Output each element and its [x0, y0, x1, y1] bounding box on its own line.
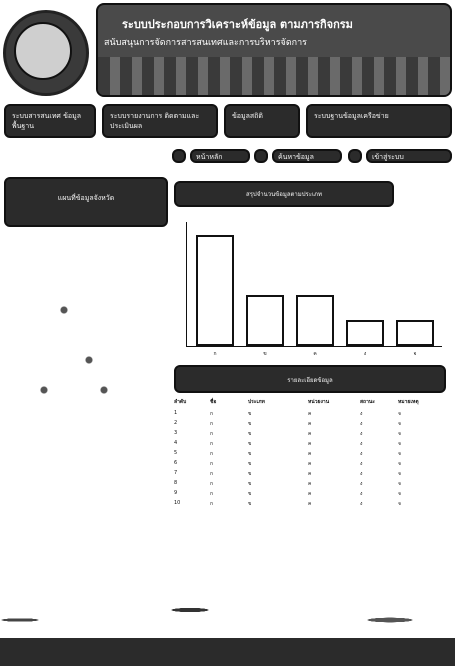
table-cell: ก [210, 421, 214, 427]
table-cell: ค [308, 481, 312, 487]
table-cell: ข [248, 431, 252, 437]
table-cell: จ [398, 431, 401, 437]
table-cell: ง [360, 501, 363, 507]
footer-ground [0, 638, 455, 666]
table-cell: ก [210, 451, 214, 457]
table-cell: ค [308, 411, 312, 417]
table-cell: ค [308, 471, 312, 477]
table-cell: ง [360, 411, 363, 417]
data-table: ลำดับ ชื่อ ประเภท หน่วยงาน สถานะ หมายเหตุ 1 กขค… [0, 0, 455, 666]
table-cell: 2 [174, 420, 178, 426]
table-cell: 1 [174, 410, 178, 416]
table-cell: ก [210, 441, 214, 447]
table-cell: จ [398, 461, 401, 467]
table-cell: ข [248, 491, 252, 497]
table-cell: จ [398, 491, 401, 497]
table-cell: ก [210, 501, 214, 507]
table-cell: ค [308, 501, 312, 507]
table-cell: จ [398, 481, 401, 487]
table-cell: จ [398, 471, 401, 477]
table-cell: ก [210, 461, 214, 467]
column-header[interactable]: ชื่อ [210, 398, 216, 406]
table-cell: 8 [174, 480, 178, 486]
table-cell: ข [248, 411, 252, 417]
table-cell: จ [398, 411, 401, 417]
table-cell: ข [248, 481, 252, 487]
table-cell: ง [360, 481, 363, 487]
table-cell: 10 [174, 500, 181, 506]
table-cell: 3 [174, 430, 178, 436]
column-header[interactable]: ประเภท [248, 398, 265, 406]
column-header[interactable]: หมายเหตุ [398, 398, 419, 406]
table-cell: ค [308, 421, 312, 427]
column-header[interactable]: สถานะ [360, 398, 375, 406]
table-cell: ก [210, 411, 214, 417]
table-cell: 7 [174, 470, 178, 476]
table-cell: ง [360, 451, 363, 457]
table-cell: ข [248, 421, 252, 427]
table-cell: ข [248, 461, 252, 467]
table-cell: จ [398, 441, 401, 447]
table-cell: 4 [174, 440, 178, 446]
table-cell: ก [210, 491, 214, 497]
table-cell: ง [360, 461, 363, 467]
table-cell: ค [308, 451, 312, 457]
table-cell: ง [360, 421, 363, 427]
table-cell: ค [308, 461, 312, 467]
table-cell: จ [398, 501, 401, 507]
table-cell: ง [360, 431, 363, 437]
table-cell: ค [308, 431, 312, 437]
table-cell: จ [398, 451, 401, 457]
table-cell: ค [308, 491, 312, 497]
table-cell: ข [248, 471, 252, 477]
column-header[interactable]: ลำดับ [174, 398, 186, 406]
table-cell: จ [398, 421, 401, 427]
column-header[interactable]: หน่วยงาน [308, 398, 329, 406]
table-cell: ก [210, 471, 214, 477]
table-cell: 5 [174, 450, 178, 456]
table-cell: ข [248, 451, 252, 457]
table-cell: ง [360, 491, 363, 497]
table-cell: ง [360, 471, 363, 477]
footer-illustration [0, 580, 455, 638]
table-cell: ข [248, 501, 252, 507]
table-cell: ง [360, 441, 363, 447]
table-cell: ก [210, 481, 214, 487]
table-cell: ข [248, 441, 252, 447]
table-cell: ก [210, 431, 214, 437]
table-cell: 6 [174, 460, 178, 466]
table-cell: 9 [174, 490, 178, 496]
table-cell: ค [308, 441, 312, 447]
